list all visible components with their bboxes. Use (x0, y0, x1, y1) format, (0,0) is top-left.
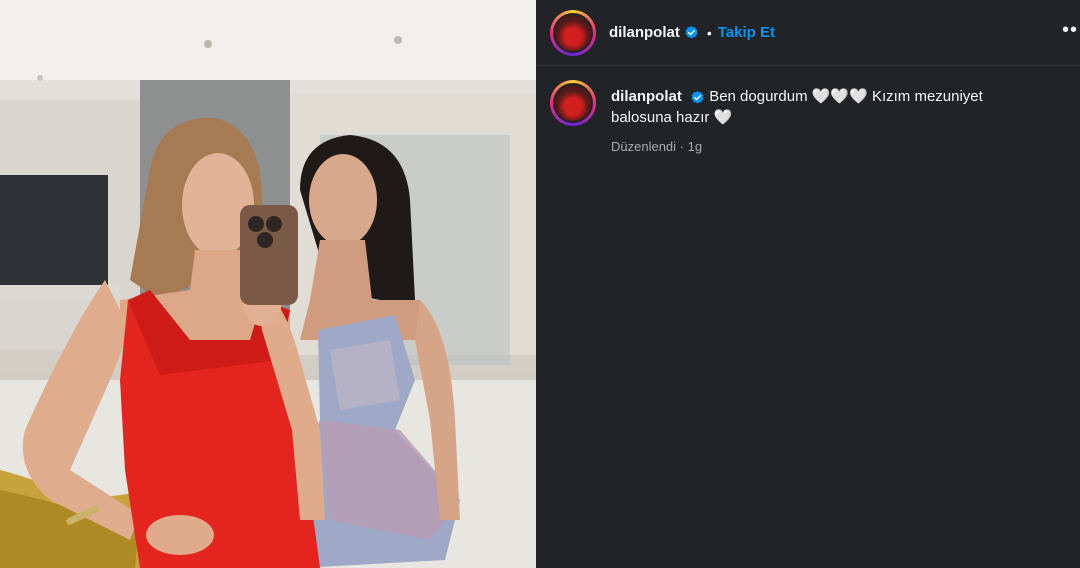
author-username[interactable]: dilanpolat (609, 24, 680, 41)
verified-badge-icon (691, 90, 704, 103)
caption-meta: Düzenlendi · 1g (611, 139, 1041, 154)
post-time[interactable]: 1g (688, 139, 702, 154)
more-options-icon[interactable]: •• (1062, 22, 1080, 42)
caption-username[interactable]: dilanpolat (611, 88, 682, 105)
header-separator: • (706, 24, 712, 41)
post-viewer: dilanpolat • Takip Et •• dilanpolat Ben … (0, 0, 1080, 568)
post-photo[interactable] (0, 0, 536, 568)
caption-author-avatar[interactable] (550, 80, 596, 126)
verified-badge-icon (685, 25, 698, 39)
meta-separator: · (676, 139, 688, 154)
caption-body: dilanpolat Ben dogurdum 🤍🤍🤍 Kızım mezuni… (611, 86, 1041, 154)
follow-button[interactable]: Takip Et (718, 24, 775, 41)
photo-illustration (0, 0, 536, 568)
author-avatar[interactable] (550, 9, 596, 56)
post-header: dilanpolat • Takip Et •• (536, 0, 1080, 66)
caption-line: dilanpolat Ben dogurdum 🤍🤍🤍 Kızım mezuni… (611, 86, 1041, 128)
post-sidebar: dilanpolat • Takip Et •• dilanpolat Ben … (536, 0, 1080, 568)
edited-label: Düzenlendi (611, 139, 677, 154)
post-caption: dilanpolat Ben dogurdum 🤍🤍🤍 Kızım mezuni… (550, 80, 1070, 154)
